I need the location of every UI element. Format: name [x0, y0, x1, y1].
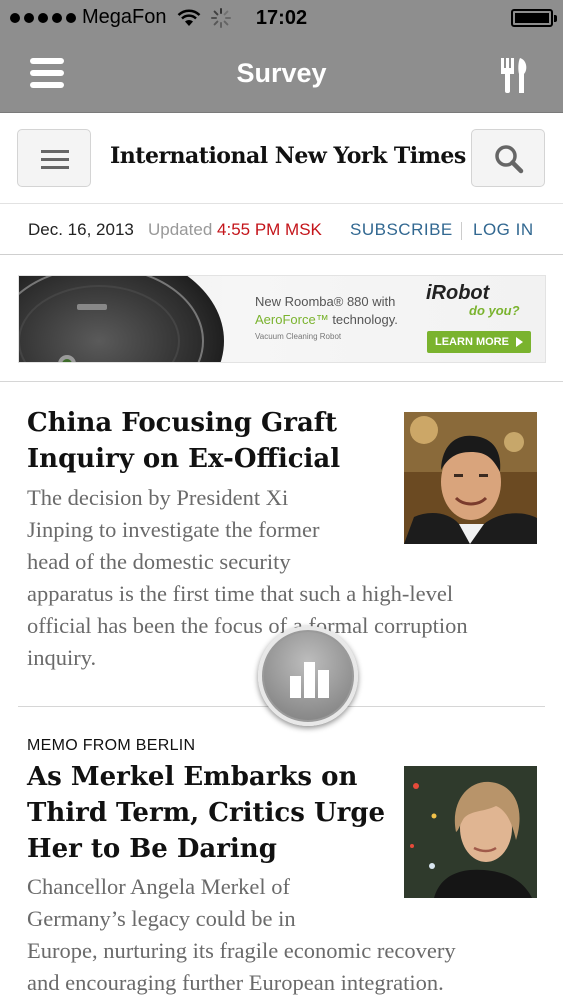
search-button[interactable]	[471, 129, 545, 187]
ad-line-1: New Roomba® 880 with	[255, 294, 396, 309]
summary-line: head of the domestic security	[27, 549, 291, 574]
ad-learn-more-button[interactable]: LEARN MORE	[427, 331, 531, 353]
updated-time: 4:55 PM MSK	[217, 220, 322, 239]
battery-icon	[511, 9, 557, 27]
summary-line: inquiry.	[27, 645, 97, 670]
headline-line: Inquiry on Ex-Official	[27, 444, 341, 474]
date-row: Dec. 16, 2013 Updated 4:55 PM MSK SUBSCR…	[0, 203, 563, 255]
summary-line: The decision by President Xi	[27, 485, 289, 510]
login-link[interactable]: LOG IN	[473, 220, 534, 240]
subscribe-link[interactable]: SUBSCRIBE	[350, 220, 453, 240]
ad-line-2: AeroForce™ technology.	[255, 312, 398, 327]
floating-survey-button[interactable]	[258, 626, 358, 726]
headline-line: Her to Be Daring	[27, 834, 277, 864]
ad-slogan: do you?	[469, 303, 520, 318]
article-headline[interactable]: China Focusing Graft Inquiry on Ex-Offic…	[27, 405, 340, 477]
article-summary: The decision by President Xi Jinping to …	[27, 482, 468, 674]
summary-line: Jinping to investigate the former	[27, 517, 320, 542]
menu-icon	[41, 150, 69, 174]
site-header: International New York Times	[0, 113, 563, 203]
app-nav-bar: Survey	[0, 36, 563, 113]
headline-line: China Focusing Graft	[27, 408, 337, 438]
section-divider	[0, 381, 563, 382]
updated-stamp: Updated 4:55 PM MSK	[148, 220, 322, 240]
search-icon	[495, 145, 524, 174]
summary-line: Germany’s legacy could be in	[27, 906, 296, 931]
status-time: 17:02	[255, 7, 308, 29]
article-thumbnail[interactable]	[404, 766, 537, 898]
headline-line: Third Term, Critics Urge	[27, 798, 386, 828]
ad-banner[interactable]: New Roomba® 880 with AeroForce™ technolo…	[18, 275, 546, 363]
updated-label: Updated	[148, 220, 213, 239]
section-menu-button[interactable]	[17, 129, 91, 187]
masthead-logo[interactable]: International New York Times	[110, 143, 466, 169]
ad-brand-logo: iRobot	[426, 282, 490, 304]
current-date: Dec. 16, 2013	[28, 220, 134, 239]
play-arrow-icon	[516, 337, 523, 347]
link-separator	[461, 222, 462, 240]
summary-line: official has been the focus of a formal …	[27, 613, 468, 638]
article-kicker: MEMO FROM BERLIN	[27, 737, 196, 754]
article-headline[interactable]: As Merkel Embarks on Third Term, Critics…	[27, 759, 385, 867]
article-thumbnail[interactable]	[404, 412, 537, 544]
roomba-image	[19, 276, 224, 362]
app-title: Survey	[236, 58, 327, 88]
summary-line: apparatus is the first time that such a …	[27, 581, 454, 606]
status-bar: MegaFon 17:02	[0, 0, 563, 36]
ad-line-3: Vacuum Cleaning Robot	[255, 332, 342, 341]
summary-line: and encouraging further European integra…	[27, 970, 444, 995]
summary-line: Europe, nurturing its fragile economic r…	[27, 938, 456, 963]
tools-icon[interactable]	[497, 56, 533, 94]
headline-line: As Merkel Embarks on	[27, 762, 358, 792]
bar-chart-icon	[290, 662, 329, 698]
ad-cta-label: LEARN MORE	[435, 336, 509, 348]
article-summary: Chancellor Angela Merkel of Germany’s le…	[27, 871, 456, 999]
ad-aeroforce: AeroForce™	[255, 312, 329, 327]
ad-technology: technology.	[328, 312, 398, 327]
summary-line: Chancellor Angela Merkel of	[27, 874, 291, 899]
